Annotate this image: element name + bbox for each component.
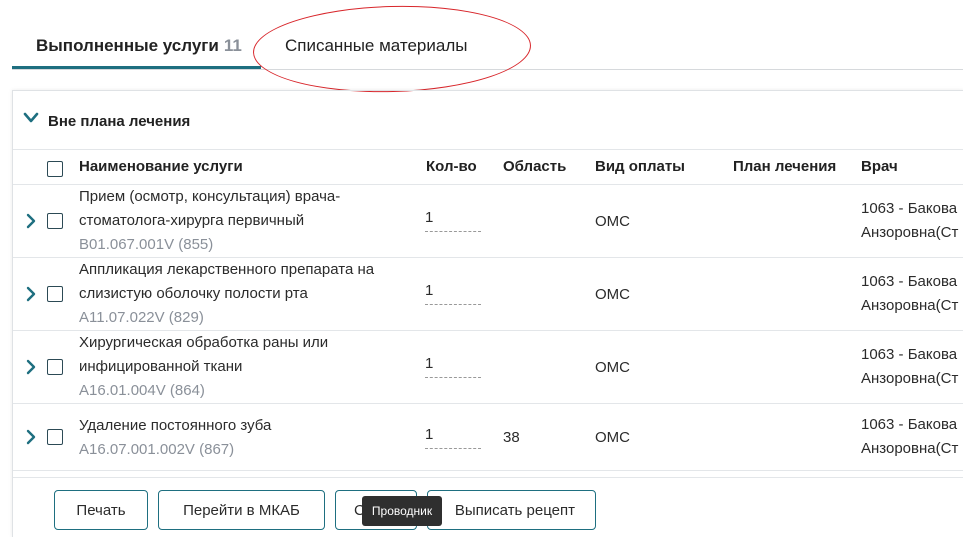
doctor-value: 1063 - Бакова Анзоровна(Ст: [861, 270, 958, 318]
qty-underline: [425, 304, 481, 305]
tooltip: Проводник: [362, 496, 442, 526]
service-name-line1: Хирургическая обработка раны или: [79, 334, 329, 351]
qty-underline: [425, 231, 481, 232]
column-header-doctor[interactable]: Врач: [861, 158, 898, 175]
row-checkbox[interactable]: [47, 429, 63, 445]
service-name-line1: Прием (осмотр, консультация) врача-: [79, 188, 341, 205]
doctor-value: 1063 - Бакова Анзоровна(Ст: [861, 197, 958, 245]
action-bar: Печать Перейти в МКАБ С Выписать рецепт: [13, 477, 963, 537]
row-checkbox[interactable]: [47, 286, 63, 302]
service-code: A16.07.001.002V (867): [79, 441, 235, 458]
column-header-name[interactable]: Наименование услуги: [79, 158, 243, 175]
service-name: Хирургическая обработка раны или инфицир…: [79, 331, 328, 403]
tabs-bar: Выполненные услуги 11 Списанные материалы: [0, 0, 963, 96]
chevron-right-icon[interactable]: [25, 359, 37, 375]
select-all-checkbox[interactable]: [47, 161, 63, 177]
qty-value[interactable]: 1: [425, 426, 433, 443]
column-header-area[interactable]: Область: [503, 158, 566, 175]
table-row[interactable]: Удаление постоянного зуба A16.07.001.002…: [13, 404, 963, 471]
column-header-plan[interactable]: План лечения: [733, 158, 836, 175]
service-name-line1: Удаление постоянного зуба: [79, 417, 272, 434]
service-name: Прием (осмотр, консультация) врача- стом…: [79, 185, 340, 257]
service-name: Аппликация лекарственного препарата на с…: [79, 258, 374, 330]
doctor-line2: Анзоровна(Ст: [861, 440, 959, 457]
doctor-line2: Анзоровна(Ст: [861, 224, 959, 241]
doctor-line1: 1063 - Бакова: [861, 273, 958, 290]
qty-underline: [425, 448, 481, 449]
group-header[interactable]: Вне плана лечения: [13, 91, 963, 150]
doctor-value: 1063 - Бакова Анзоровна(Ст: [861, 413, 958, 461]
service-name-line2: инфицированной ткани: [79, 358, 243, 375]
area-value: 38: [503, 429, 520, 446]
service-code: A16.01.004V (864): [79, 382, 205, 399]
row-checkbox[interactable]: [47, 359, 63, 375]
print-button[interactable]: Печать: [54, 490, 148, 530]
chevron-down-icon[interactable]: [23, 111, 39, 125]
payment-value: ОМС: [595, 286, 630, 303]
service-name-line2: слизистую оболочку полости рта: [79, 285, 308, 302]
service-name-line1: Аппликация лекарственного препарата на: [79, 261, 375, 278]
chevron-right-icon[interactable]: [25, 286, 37, 302]
go-to-mkab-button[interactable]: Перейти в МКАБ: [158, 490, 325, 530]
group-title: Вне плана лечения: [48, 113, 191, 130]
doctor-line1: 1063 - Бакова: [861, 416, 958, 433]
qty-value[interactable]: 1: [425, 282, 433, 299]
tab-completed-services-label: Выполненные услуги: [36, 36, 219, 55]
qty-value[interactable]: 1: [425, 355, 433, 372]
doctor-line1: 1063 - Бакова: [861, 200, 958, 217]
doctor-line2: Анзоровна(Ст: [861, 297, 959, 314]
qty-value[interactable]: 1: [425, 209, 433, 226]
column-header-qty[interactable]: Кол-во: [426, 158, 477, 175]
service-code: B01.067.001V (855): [79, 236, 214, 253]
qty-underline: [425, 377, 481, 378]
doctor-line2: Анзоровна(Ст: [861, 370, 959, 387]
payment-value: ОМС: [595, 359, 630, 376]
tab-completed-services[interactable]: Выполненные услуги 11: [36, 36, 242, 56]
row-checkbox[interactable]: [47, 213, 63, 229]
chevron-right-icon[interactable]: [25, 429, 37, 445]
payment-value: ОМС: [595, 429, 630, 446]
table-row[interactable]: Хирургическая обработка раны или инфицир…: [13, 331, 963, 404]
doctor-line1: 1063 - Бакова: [861, 346, 958, 363]
doctor-value: 1063 - Бакова Анзоровна(Ст: [861, 343, 958, 391]
chevron-right-icon[interactable]: [25, 213, 37, 229]
service-name: Удаление постоянного зуба A16.07.001.002…: [79, 414, 271, 462]
tab-completed-services-count: 11: [223, 36, 242, 55]
table-row[interactable]: Прием (осмотр, консультация) врача- стом…: [13, 185, 963, 258]
write-prescription-button[interactable]: Выписать рецепт: [427, 490, 596, 530]
service-code: A11.07.022V (829): [79, 309, 204, 326]
table-row[interactable]: Аппликация лекарственного препарата на с…: [13, 258, 963, 331]
service-name-line2: стоматолога-хирурга первичный: [79, 212, 305, 229]
red-highlight-ellipse: [251, 2, 533, 96]
payment-value: ОМС: [595, 213, 630, 230]
services-panel: Вне плана лечения Наименование услуги Ко…: [12, 90, 963, 537]
column-header-payment[interactable]: Вид оплаты: [595, 158, 685, 175]
